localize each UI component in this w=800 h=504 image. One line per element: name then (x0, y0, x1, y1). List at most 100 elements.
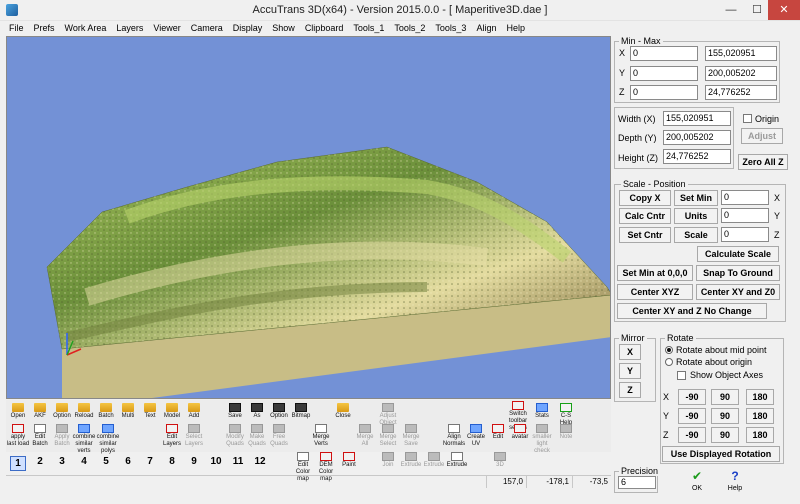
show-axes-checkbox[interactable] (677, 371, 686, 380)
toolbar-button[interactable]: Edit Layers (160, 424, 184, 448)
toolbar-button[interactable]: Extrude (422, 452, 446, 469)
scale-y-field[interactable]: 0 (721, 208, 769, 223)
toolbar-button[interactable]: apply last load (6, 424, 30, 448)
toolbar-button[interactable]: Free Quads (267, 424, 291, 448)
layer-button-1[interactable]: 1 (10, 456, 26, 471)
toolbar-button[interactable]: Merge All (353, 424, 377, 448)
copy-x-button[interactable]: Copy X (619, 190, 671, 206)
set-min-000-button[interactable]: Set Min at 0,0,0 (617, 265, 693, 281)
adjust-button[interactable]: Adjust (741, 128, 783, 144)
toolbar-button[interactable]: Merge Verts (309, 424, 333, 448)
toolbar-button[interactable]: Option (50, 403, 74, 420)
width-field[interactable]: 155,020951 (663, 111, 731, 126)
toolbar-button[interactable]: Create UV (464, 424, 488, 448)
menu-align[interactable]: Align (476, 21, 496, 35)
layer-button-10[interactable]: 10 (206, 456, 226, 467)
origin-checkbox[interactable] (743, 114, 752, 123)
toolbar-button[interactable]: Paint (337, 452, 361, 469)
snap-to-ground-button[interactable]: Snap To Ground (696, 265, 780, 281)
toolbar-button[interactable]: Open (6, 403, 30, 420)
center-xyz-no-change-button[interactable]: Center XY and Z No Change (617, 303, 767, 319)
min-x-field[interactable]: 0 (630, 46, 698, 61)
toolbar-button[interactable]: Save (223, 403, 247, 420)
menu-tools-3[interactable]: Tools_3 (435, 21, 466, 35)
rotate-z-180-button[interactable]: 180 (746, 427, 774, 443)
rotate-x-90-button[interactable]: 90 (711, 389, 739, 405)
rotate-mid-radio[interactable] (665, 346, 673, 354)
toolbar-button[interactable]: Align Normals (442, 424, 466, 448)
layer-button-6[interactable]: 6 (120, 456, 136, 467)
max-z-field[interactable]: 24,776252 (705, 85, 777, 100)
layer-button-11[interactable]: 11 (228, 456, 248, 467)
toolbar-button[interactable]: Option (267, 403, 291, 420)
layer-button-7[interactable]: 7 (142, 456, 158, 467)
scale-z-field[interactable]: 0 (721, 227, 769, 242)
menu-display[interactable]: Display (233, 21, 263, 35)
toolbar-button[interactable]: avatar (508, 424, 532, 441)
set-cntr-button[interactable]: Set Cntr (619, 227, 671, 243)
depth-field[interactable]: 200,005202 (663, 130, 731, 145)
toolbar-button[interactable]: Extrude (445, 452, 469, 469)
center-xy-z0-button[interactable]: Center XY and Z0 (696, 284, 780, 300)
units-button[interactable]: Units (674, 208, 718, 224)
toolbar-button[interactable]: Select Layers (182, 424, 206, 448)
layer-button-12[interactable]: 12 (250, 456, 270, 467)
menu-work-area[interactable]: Work Area (65, 21, 107, 35)
menu-viewer[interactable]: Viewer (153, 21, 180, 35)
maximize-button[interactable]: ☐ (744, 0, 770, 20)
height-field[interactable]: 24,776252 (663, 149, 731, 164)
close-button[interactable]: ✕ (768, 0, 800, 20)
layer-button-3[interactable]: 3 (54, 456, 70, 467)
set-min-button[interactable]: Set Min (674, 190, 718, 206)
rotate-x-minus-90-button[interactable]: -90 (678, 389, 706, 405)
toolbar-button[interactable]: combine similar verts (72, 424, 96, 455)
scale-button[interactable]: Scale (674, 227, 718, 243)
menu-tools-2[interactable]: Tools_2 (394, 21, 425, 35)
layer-button-4[interactable]: 4 (76, 456, 92, 467)
mirror-x-button[interactable]: X (619, 344, 641, 360)
layer-button-9[interactable]: 9 (186, 456, 202, 467)
toolbar-button[interactable]: Close (331, 403, 355, 420)
calc-cntr-button[interactable]: Calc Cntr (619, 208, 671, 224)
toolbar-button[interactable]: AKF (28, 403, 52, 420)
toolbar-button[interactable]: Merge Select (376, 424, 400, 448)
toolbar-button[interactable]: Multi (116, 403, 140, 420)
toolbar-button[interactable]: Stats (530, 403, 554, 420)
max-x-field[interactable]: 155,020951 (705, 46, 777, 61)
rotate-y-90-button[interactable]: 90 (711, 408, 739, 424)
3d-viewport[interactable] (6, 36, 611, 399)
rotate-z-90-button[interactable]: 90 (711, 427, 739, 443)
rotate-z-minus-90-button[interactable]: -90 (678, 427, 706, 443)
toolbar-button[interactable]: Edit (486, 424, 510, 441)
toolbar-button[interactable]: Join (376, 452, 400, 469)
rotate-origin-radio[interactable] (665, 358, 673, 366)
toolbar-button[interactable]: combine similar polys (96, 424, 120, 455)
min-z-field[interactable]: 0 (630, 85, 698, 100)
minimize-button[interactable]: — (718, 0, 744, 20)
toolbar-button[interactable]: Make Quads (245, 424, 269, 448)
toolbar-button[interactable]: As (245, 403, 269, 420)
toolbar-button[interactable]: Model (160, 403, 184, 420)
calculate-scale-button[interactable]: Calculate Scale (697, 246, 779, 262)
toolbar-button[interactable]: 3D (488, 452, 512, 469)
menu-clipboard[interactable]: Clipboard (305, 21, 344, 35)
layer-button-2[interactable]: 2 (32, 456, 48, 467)
scale-x-field[interactable]: 0 (721, 190, 769, 205)
mirror-z-button[interactable]: Z (619, 382, 641, 398)
max-y-field[interactable]: 200,005202 (705, 66, 777, 81)
toolbar-button[interactable]: Text (138, 403, 162, 420)
toolbar-button[interactable]: Add (182, 403, 206, 420)
help-button[interactable]: ? Help (720, 470, 750, 494)
use-displayed-rotation-button[interactable]: Use Displayed Rotation (662, 446, 780, 462)
menu-file[interactable]: File (9, 21, 24, 35)
rotate-x-180-button[interactable]: 180 (746, 389, 774, 405)
toolbar-button[interactable]: Reload (72, 403, 96, 420)
zero-all-z-button[interactable]: Zero All Z (738, 154, 788, 170)
rotate-y-minus-90-button[interactable]: -90 (678, 408, 706, 424)
menu-help[interactable]: Help (506, 21, 525, 35)
toolbar-button[interactable]: Modify Quads (223, 424, 247, 448)
mirror-y-button[interactable]: Y (619, 363, 641, 379)
rotate-y-180-button[interactable]: 180 (746, 408, 774, 424)
toolbar-button[interactable]: Bitmap (289, 403, 313, 420)
toolbar-button[interactable]: Merge Save (399, 424, 423, 448)
